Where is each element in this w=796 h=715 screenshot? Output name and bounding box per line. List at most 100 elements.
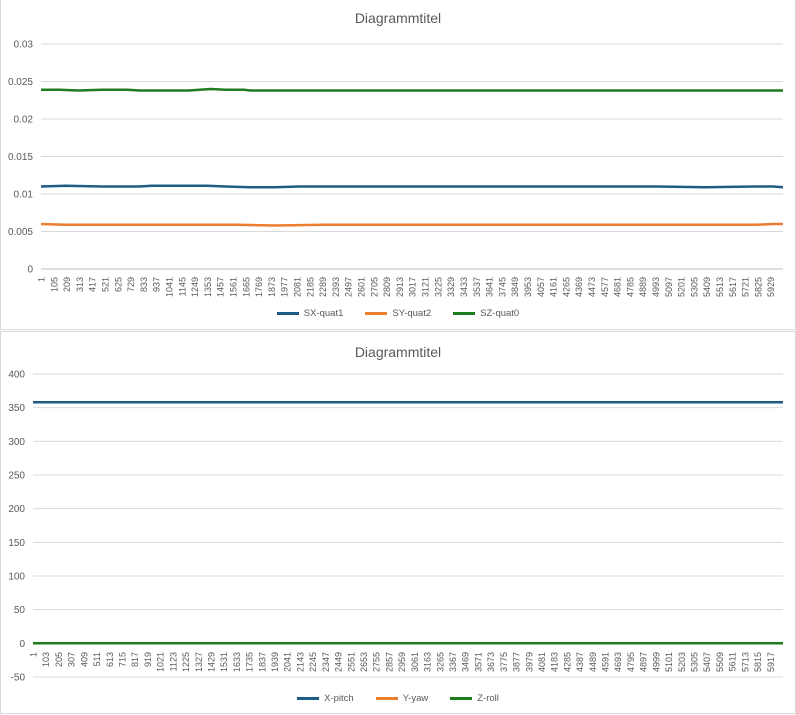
x-tick-label: 2081 bbox=[293, 277, 303, 297]
series-line-sy-quat2 bbox=[40, 222, 783, 227]
x-tick-label: 4681 bbox=[613, 277, 623, 297]
legend-item-sz-quat0: SZ-quat0 bbox=[453, 308, 519, 319]
x-tick-label: 3017 bbox=[408, 277, 418, 297]
x-tick-label: 4489 bbox=[588, 652, 598, 672]
y-tick-label: 0.025 bbox=[8, 77, 33, 88]
x-tick-label: 5825 bbox=[753, 277, 763, 297]
y-tick-label: 0.015 bbox=[8, 152, 33, 163]
x-tick-label: 417 bbox=[88, 277, 98, 292]
x-tick-label: 4785 bbox=[625, 277, 635, 297]
x-tick-label: 4577 bbox=[600, 277, 610, 297]
x-tick-label: 1873 bbox=[267, 277, 277, 297]
x-tick-label: 5815 bbox=[753, 652, 763, 672]
x-tick-label: 1249 bbox=[190, 277, 200, 297]
chart-legend: X-pitch Y-yaw Z-roll bbox=[1, 693, 795, 704]
x-tick-label: 3121 bbox=[421, 277, 431, 297]
x-tick-label: 2959 bbox=[397, 652, 407, 672]
x-tick-label: 307 bbox=[67, 652, 77, 667]
y-tick-label: 150 bbox=[8, 538, 25, 549]
x-tick-label: 5409 bbox=[702, 277, 712, 297]
x-tick-label: 3537 bbox=[472, 277, 482, 297]
x-tick-label: 2551 bbox=[346, 652, 356, 672]
x-tick-label: 919 bbox=[143, 652, 153, 667]
x-tick-label: 817 bbox=[130, 652, 140, 667]
x-tick-label: 3329 bbox=[446, 277, 456, 297]
x-tick-label: 313 bbox=[75, 277, 85, 292]
x-tick-label: 937 bbox=[152, 277, 162, 292]
x-tick-label: 105 bbox=[49, 277, 59, 292]
x-tick-label: 2497 bbox=[344, 277, 354, 297]
legend-swatch bbox=[365, 312, 388, 315]
x-tick-label: 2393 bbox=[331, 277, 341, 297]
x-tick-label: 5611 bbox=[728, 652, 738, 671]
y-tick-label: 0.005 bbox=[8, 227, 33, 238]
x-tick-label: 1665 bbox=[241, 277, 251, 297]
x-tick-label: 833 bbox=[139, 277, 149, 292]
x-tick-label: 5513 bbox=[715, 277, 725, 297]
legend-label: SY-quat2 bbox=[392, 308, 432, 319]
x-tick-label: 511 bbox=[92, 652, 102, 666]
y-tick-label: 0 bbox=[27, 265, 33, 276]
x-tick-label: 3953 bbox=[523, 277, 533, 297]
legend-item-z-roll: Z-roll bbox=[450, 693, 499, 704]
y-tick-label: 100 bbox=[8, 572, 25, 583]
x-tick-label: 2185 bbox=[305, 277, 315, 297]
x-tick-label: 2449 bbox=[334, 652, 344, 672]
x-tick-label: 2041 bbox=[283, 652, 293, 672]
x-tick-label: 3163 bbox=[423, 652, 433, 672]
x-tick-label: 5929 bbox=[766, 277, 776, 297]
legend-label: SX-quat1 bbox=[303, 308, 344, 319]
x-tick-label: 5407 bbox=[702, 652, 712, 672]
x-tick-label: 4265 bbox=[561, 277, 571, 297]
chart-panel-quaternions: Diagrammtitel 0 0.005 0.01 0.015 0.02 0.025 0.… bbox=[0, 0, 796, 330]
x-tick-label: 3225 bbox=[433, 277, 443, 297]
x-tick-label: 2653 bbox=[359, 652, 369, 672]
x-tick-label: 1225 bbox=[181, 652, 191, 672]
x-tick-label: 1735 bbox=[245, 652, 255, 672]
x-tick-label: 2601 bbox=[357, 277, 367, 297]
x-tick-label: 4591 bbox=[601, 652, 611, 672]
y-tick-label: 250 bbox=[8, 471, 25, 482]
chart-panel-angles: Diagrammtitel -50 0 50 100 150 200 250 300 350 40… bbox=[0, 331, 796, 714]
chart-legend: SX-quat1 SY-quat2 SZ-quat0 bbox=[1, 308, 795, 319]
legend-label: Z-roll bbox=[477, 693, 499, 704]
x-tick-label: 1531 bbox=[219, 652, 229, 672]
x-tick-label: 2913 bbox=[395, 277, 405, 297]
x-tick-label: 1977 bbox=[280, 277, 290, 297]
x-tick-label: 2705 bbox=[369, 277, 379, 297]
x-tick-label: 1457 bbox=[216, 277, 226, 297]
chart-plot-area: 00.0050.010.0150.020.0250.031 105 209 313 41… bbox=[8, 40, 784, 297]
x-tick-label: 4161 bbox=[549, 277, 559, 297]
x-tick-label: 4183 bbox=[550, 652, 560, 672]
series-line-sx-quat1 bbox=[40, 184, 784, 189]
x-tick-label: 1123 bbox=[168, 652, 178, 671]
x-tick-label: 3849 bbox=[510, 277, 520, 297]
x-tick-label: 409 bbox=[79, 652, 89, 667]
x-tick-label: 3775 bbox=[499, 652, 509, 672]
x-tick-label: 1327 bbox=[194, 652, 204, 672]
x-tick-label: 3571 bbox=[473, 652, 483, 672]
x-tick-label: 3979 bbox=[524, 652, 534, 672]
x-tick-label: 5305 bbox=[689, 277, 699, 297]
legend-label: X-pitch bbox=[324, 693, 354, 704]
x-tick-label: 103 bbox=[41, 652, 51, 667]
legend-swatch bbox=[375, 697, 398, 700]
legend-label: Y-yaw bbox=[402, 693, 429, 704]
x-tick-label: 2143 bbox=[295, 652, 305, 672]
x-tick-label: 521 bbox=[101, 277, 111, 292]
x-tick-label: 5509 bbox=[715, 652, 725, 672]
legend-swatch bbox=[453, 312, 476, 315]
x-tick-label: 625 bbox=[113, 277, 123, 292]
x-tick-label: 4889 bbox=[638, 277, 648, 297]
x-tick-label: 4897 bbox=[639, 652, 649, 672]
x-tick-label: 3641 bbox=[485, 277, 495, 297]
x-tick-label: 1769 bbox=[254, 277, 264, 297]
x-tick-label: 4081 bbox=[537, 652, 547, 672]
y-tick-label: -50 bbox=[11, 673, 26, 684]
x-tick-label: 4387 bbox=[575, 652, 585, 672]
y-tick-label: 200 bbox=[8, 504, 25, 515]
x-tick-label: 4473 bbox=[587, 277, 597, 297]
x-tick-label: 5917 bbox=[766, 652, 776, 672]
x-tick-label: 2289 bbox=[318, 277, 328, 297]
x-tick-label: 3433 bbox=[459, 277, 469, 297]
